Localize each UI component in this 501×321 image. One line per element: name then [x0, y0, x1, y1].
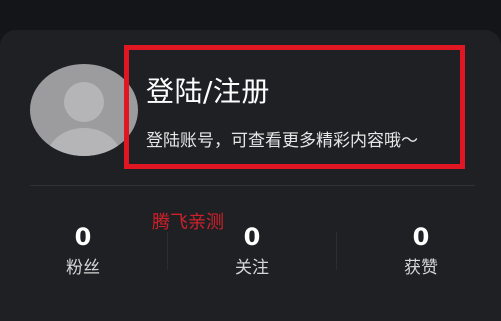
- following-count: 0: [243, 223, 261, 251]
- stat-separator: [336, 232, 337, 270]
- stat-following[interactable]: 0 关注: [192, 222, 312, 279]
- login-hint-text[interactable]: 登陆账号，可查看更多精彩内容哦～: [146, 126, 418, 151]
- stat-separator: [167, 232, 168, 270]
- default-avatar-icon[interactable]: [30, 64, 138, 156]
- stat-followers[interactable]: 0 粉丝: [23, 222, 143, 279]
- followers-label: 粉丝: [66, 258, 100, 278]
- following-label: 关注: [235, 258, 269, 278]
- likes-label: 获赞: [404, 258, 438, 278]
- profile-page: 登陆/注册 登陆账号，可查看更多精彩内容哦～ 腾飞亲测 0 粉丝 0 关注 0 …: [0, 0, 501, 321]
- stat-likes[interactable]: 0 获赞: [361, 222, 481, 279]
- login-register-link[interactable]: 登陆/注册: [146, 70, 270, 110]
- likes-count: 0: [412, 223, 430, 251]
- followers-count: 0: [74, 223, 92, 251]
- avatar-silhouette: [46, 82, 122, 156]
- divider: [30, 185, 475, 186]
